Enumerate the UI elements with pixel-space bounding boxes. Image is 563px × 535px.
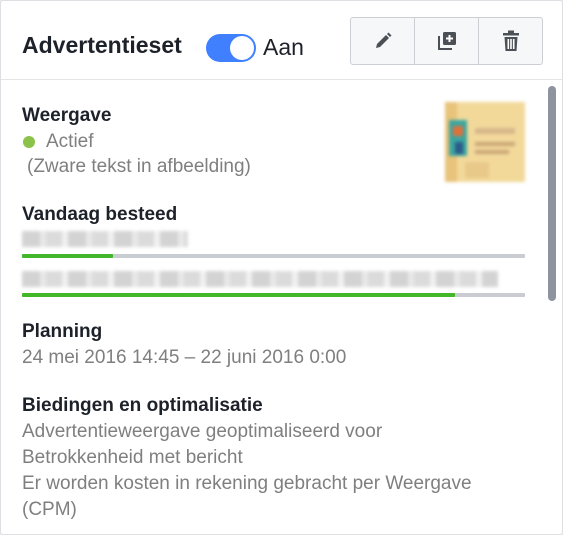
panel-content: Weergave Actief (Zware tekst in afbeeldi… bbox=[1, 80, 562, 534]
bidding-line-3: Er worden kosten in rekening gebracht pe… bbox=[22, 473, 472, 494]
schedule-range: 24 mei 2016 14:45 – 22 juni 2016 0:00 bbox=[22, 347, 347, 368]
delivery-note: (Zware tekst in afbeelding) bbox=[27, 156, 251, 177]
budget-progress-bar bbox=[22, 293, 525, 297]
toggle-label: Aan bbox=[263, 34, 304, 60]
status-dot bbox=[23, 136, 35, 148]
budget-progress-fill bbox=[22, 293, 455, 297]
delivery-status: Actief bbox=[46, 131, 94, 152]
spend-progress-bar bbox=[22, 254, 525, 258]
status-toggle[interactable] bbox=[206, 34, 256, 62]
delete-button[interactable] bbox=[479, 18, 542, 64]
duplicate-button[interactable] bbox=[415, 18, 479, 64]
panel-title: Advertentieset bbox=[22, 32, 182, 58]
redacted-spend-value bbox=[22, 231, 188, 247]
edit-button[interactable] bbox=[351, 18, 415, 64]
redacted-budget-text bbox=[22, 271, 498, 287]
vertical-scrollbar[interactable] bbox=[548, 86, 556, 301]
ad-set-panel: Advertentieset Aan Weergave Actief (Zwar… bbox=[0, 0, 563, 535]
action-button-group bbox=[350, 17, 543, 65]
trash-icon bbox=[502, 30, 519, 51]
panel-header: Advertentieset Aan bbox=[1, 1, 562, 80]
duplicate-icon bbox=[437, 32, 456, 50]
schedule-title: Planning bbox=[22, 321, 103, 342]
bidding-title: Biedingen en optimalisatie bbox=[22, 395, 263, 416]
delivery-title: Weergave bbox=[22, 105, 112, 126]
bidding-line-2: Betrokkenheid met bericht bbox=[22, 447, 243, 468]
spend-title: Vandaag besteed bbox=[22, 204, 178, 225]
spend-progress-fill bbox=[22, 254, 113, 258]
bidding-line-1: Advertentieweergave geoptimaliseerd voor bbox=[22, 421, 383, 442]
ad-thumbnail[interactable] bbox=[445, 102, 525, 182]
bidding-line-4: (CPM) bbox=[22, 499, 77, 520]
toggle-knob bbox=[230, 36, 254, 60]
pencil-icon bbox=[375, 32, 391, 48]
